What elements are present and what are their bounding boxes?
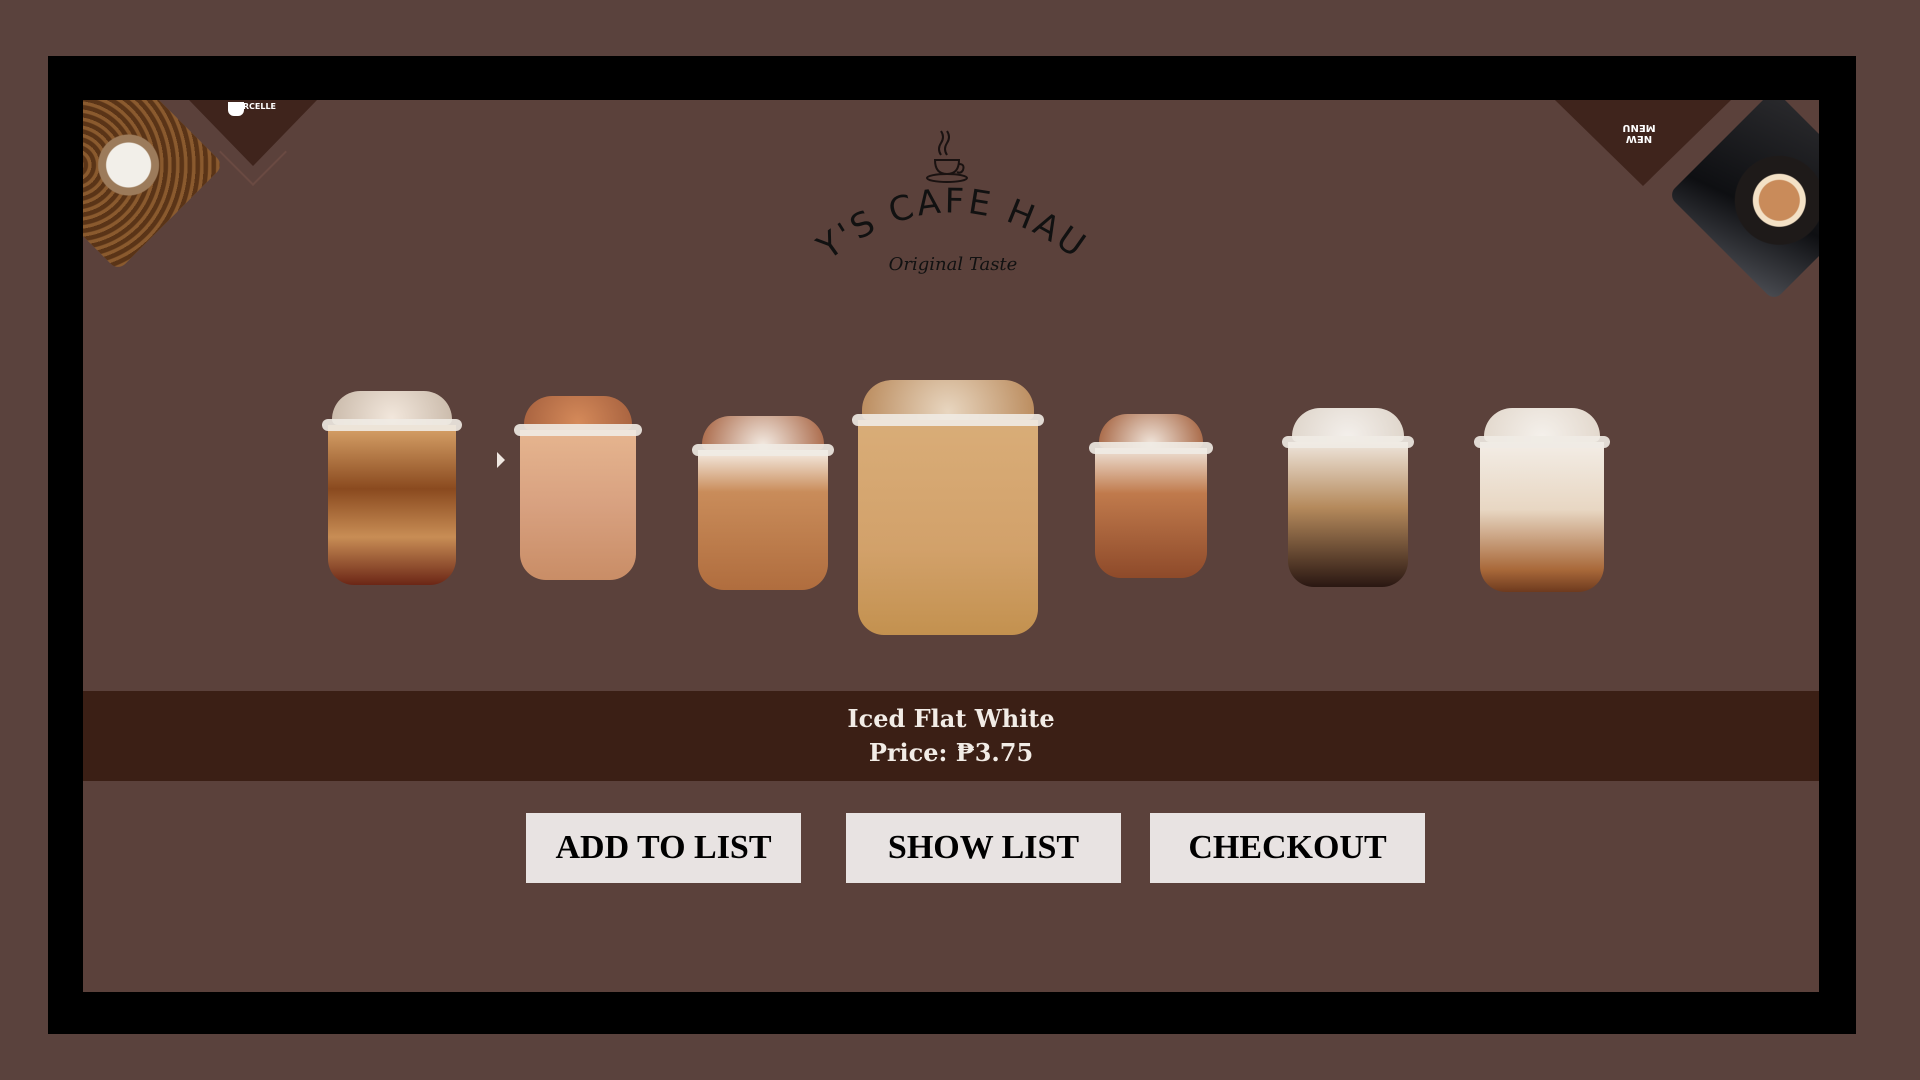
selected-item-price: Price: ₱3.75 xyxy=(868,738,1034,767)
new-menu-label: NEW MENU xyxy=(1622,122,1656,144)
app-canvas: BORCELLE NEW MENU AY'S CAFE HAUS Origina… xyxy=(83,100,1819,992)
logo-title: AY'S CAFE HAUS xyxy=(803,120,1095,268)
carousel-arrow-icon[interactable] xyxy=(497,452,505,468)
iced-latte-icon[interactable] xyxy=(514,396,642,580)
logo-tagline: Original Taste xyxy=(889,254,1018,275)
show-list-button[interactable]: SHOW LIST xyxy=(846,813,1121,883)
iced-caramel-cream-icon[interactable] xyxy=(1474,408,1610,592)
cafe-logo: AY'S CAFE HAUS Original Taste xyxy=(803,120,1095,275)
steaming-cup-icon xyxy=(926,130,968,183)
brand-badge: BORCELLE xyxy=(228,102,278,116)
action-bar: ADD TO LIST SHOW LIST CHECKOUT xyxy=(83,813,1819,883)
iced-americano-cream-icon[interactable] xyxy=(1282,408,1414,587)
iced-cocoa-whipped-icon[interactable] xyxy=(1089,414,1213,578)
selected-item-banner: Iced Flat White Price: ₱3.75 xyxy=(83,691,1819,781)
iced-flat-white-icon[interactable] xyxy=(852,380,1044,635)
window-frame: BORCELLE NEW MENU AY'S CAFE HAUS Origina… xyxy=(48,56,1856,1034)
iced-caramel-macchiato-icon[interactable] xyxy=(322,391,462,585)
selected-item-name: Iced Flat White xyxy=(847,704,1055,733)
brand-cup-icon xyxy=(228,102,244,116)
add-to-list-button[interactable]: ADD TO LIST xyxy=(526,813,801,883)
iced-mocha-whipped-icon[interactable] xyxy=(692,416,834,590)
menu-carousel[interactable] xyxy=(83,330,1819,730)
checkout-button[interactable]: CHECKOUT xyxy=(1150,813,1425,883)
